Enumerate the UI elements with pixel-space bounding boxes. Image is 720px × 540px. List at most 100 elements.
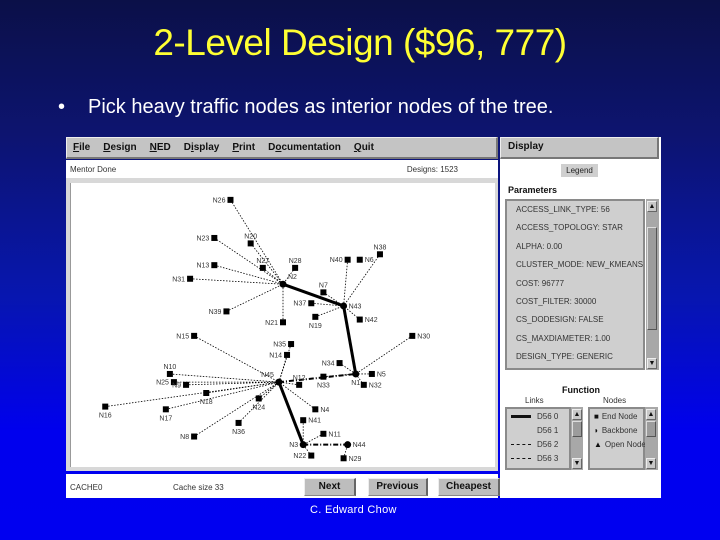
node-n3[interactable]: [299, 441, 307, 449]
parameter-item[interactable]: ALPHA: 0.00: [507, 238, 643, 256]
link-N19-N43[interactable]: [315, 305, 344, 318]
node-n5[interactable]: [368, 370, 375, 377]
cheapest-button[interactable]: Cheapest: [438, 478, 500, 496]
nodes-scrollbar[interactable]: ▲ ▼: [645, 407, 658, 470]
node-n22[interactable]: [308, 452, 315, 459]
node-n39[interactable]: [223, 308, 230, 315]
parameters-list[interactable]: ACCESS_LINK_TYPE: 56 ACCESS_TOPOLOGY: STA…: [505, 199, 645, 370]
network-canvas[interactable]: N26 N23 N20 N13 N27 N28 N40 N6 N38 N31 N2 N7 N37 N43 N…: [70, 183, 495, 467]
link-N39-N2[interactable]: [226, 283, 284, 312]
parameter-item[interactable]: COST: 96777: [507, 275, 643, 293]
node-n15[interactable]: [191, 332, 198, 339]
network-graph[interactable]: N26N23 N20N13N27 N28 N40 N6N38N31 N2N7N37 N43N…: [71, 183, 495, 467]
menu-file[interactable]: File: [73, 142, 90, 153]
parameter-item[interactable]: DESIGN_TYPE: GENERIC: [507, 348, 643, 366]
scroll-up-icon[interactable]: ▲: [572, 409, 582, 420]
parameter-item[interactable]: ACCESS_LINK_TYPE: 56: [507, 201, 643, 219]
node-type-item[interactable]: ▲ Open Node: [594, 440, 646, 449]
node-n18[interactable]: [203, 390, 210, 396]
node-n42[interactable]: [356, 316, 363, 323]
node-n23[interactable]: [211, 234, 218, 241]
node-n44[interactable]: [344, 441, 352, 449]
node-n17[interactable]: [162, 406, 169, 413]
node-n9[interactable]: [183, 381, 190, 388]
node-n21[interactable]: [280, 319, 286, 326]
parameter-item[interactable]: COST_FILTER: 30000: [507, 293, 643, 311]
next-button[interactable]: Next: [304, 478, 356, 496]
scroll-thumb[interactable]: [647, 227, 657, 330]
node-type-item[interactable]: ■ End Node: [594, 412, 637, 421]
node-n8[interactable]: [191, 433, 198, 440]
link-N43-N1[interactable]: [342, 305, 358, 375]
links-scrollbar[interactable]: ▲ ▼: [571, 407, 583, 470]
link-N31-N2[interactable]: [190, 278, 284, 285]
node-n40[interactable]: [344, 256, 351, 263]
node-n45[interactable]: [275, 378, 283, 386]
node-n20[interactable]: [247, 240, 254, 247]
link-N13-N2[interactable]: [214, 264, 284, 285]
link-type-item[interactable]: D56 3: [511, 454, 558, 463]
menu-print[interactable]: Print: [232, 142, 255, 153]
node-n7[interactable]: [320, 289, 327, 296]
node-n24[interactable]: [255, 395, 262, 402]
link-type-item[interactable]: D56 0: [511, 412, 558, 421]
menu-design[interactable]: Design: [103, 142, 136, 153]
node-n11[interactable]: [320, 430, 327, 437]
node-n30[interactable]: [409, 332, 416, 339]
legend-button[interactable]: Legend: [561, 164, 598, 177]
link-N9-N45[interactable]: [186, 381, 279, 386]
parameter-item[interactable]: CLUSTER_MODE: NEW_KMEANS_2: [507, 256, 643, 274]
node-n1[interactable]: [352, 370, 360, 378]
scroll-up-icon[interactable]: ▲: [647, 201, 657, 212]
node-n12[interactable]: [296, 381, 303, 388]
node-n27[interactable]: [259, 264, 266, 271]
node-type-item[interactable]: ◗ Backbone: [594, 426, 637, 435]
node-n33[interactable]: [320, 373, 327, 380]
node-n2[interactable]: [279, 280, 287, 288]
nodes-list[interactable]: ■ End Node ◗ Backbone ▲ Open Node: [588, 407, 646, 470]
menu-display[interactable]: Display: [184, 142, 220, 153]
parameter-item[interactable]: ACCESS_TOPOLOGY: STAR: [507, 219, 643, 237]
node-n38[interactable]: [376, 251, 383, 258]
link-N45-N1[interactable]: [278, 372, 356, 384]
menu-ned[interactable]: NED: [150, 142, 171, 153]
node-n16[interactable]: [102, 403, 109, 410]
node-n36[interactable]: [235, 419, 242, 426]
link-N36-N45[interactable]: [238, 381, 280, 424]
scroll-down-icon[interactable]: ▼: [647, 358, 657, 369]
link-N40-N43[interactable]: [343, 259, 349, 306]
link-type-item[interactable]: D56 2: [511, 440, 558, 449]
menu-quit[interactable]: Quit: [354, 142, 374, 153]
node-n37[interactable]: [308, 300, 315, 307]
display-menu-label[interactable]: Display: [508, 141, 544, 152]
node-n28[interactable]: [292, 264, 299, 271]
node-n35[interactable]: [288, 341, 295, 348]
links-list[interactable]: D56 0 D56 1 D56 2 D56 3: [505, 407, 571, 470]
menu-documentation[interactable]: Documentation: [268, 142, 341, 153]
scroll-thumb[interactable]: [646, 421, 656, 437]
node-n26[interactable]: [227, 196, 234, 203]
link-N30-N1[interactable]: [355, 335, 413, 375]
node-n6[interactable]: [356, 256, 363, 263]
node-n10[interactable]: [166, 370, 173, 377]
node-n14[interactable]: [284, 351, 291, 358]
parameter-item[interactable]: CS_DODESIGN: FALSE: [507, 311, 643, 329]
node-n34[interactable]: [336, 360, 343, 367]
previous-button[interactable]: Previous: [368, 478, 428, 496]
node-n43[interactable]: [340, 302, 348, 310]
node-n19[interactable]: [312, 313, 319, 320]
parameters-scrollbar[interactable]: ▲ ▼: [646, 199, 659, 370]
scroll-up-icon[interactable]: ▲: [646, 409, 656, 420]
node-n4[interactable]: [312, 406, 319, 413]
scroll-thumb[interactable]: [572, 421, 582, 437]
scroll-down-icon[interactable]: ▼: [572, 458, 582, 469]
node-n13[interactable]: [211, 262, 218, 269]
parameter-item[interactable]: CS_MAXDIAMETER: 1.00: [507, 330, 643, 348]
node-n29[interactable]: [340, 455, 347, 462]
node-n41[interactable]: [300, 417, 307, 424]
display-menu[interactable]: Display: [500, 137, 659, 159]
node-n31[interactable]: [187, 275, 194, 282]
scroll-down-icon[interactable]: ▼: [646, 458, 656, 469]
link-type-item[interactable]: D56 1: [511, 426, 558, 435]
node-n32[interactable]: [360, 381, 367, 388]
